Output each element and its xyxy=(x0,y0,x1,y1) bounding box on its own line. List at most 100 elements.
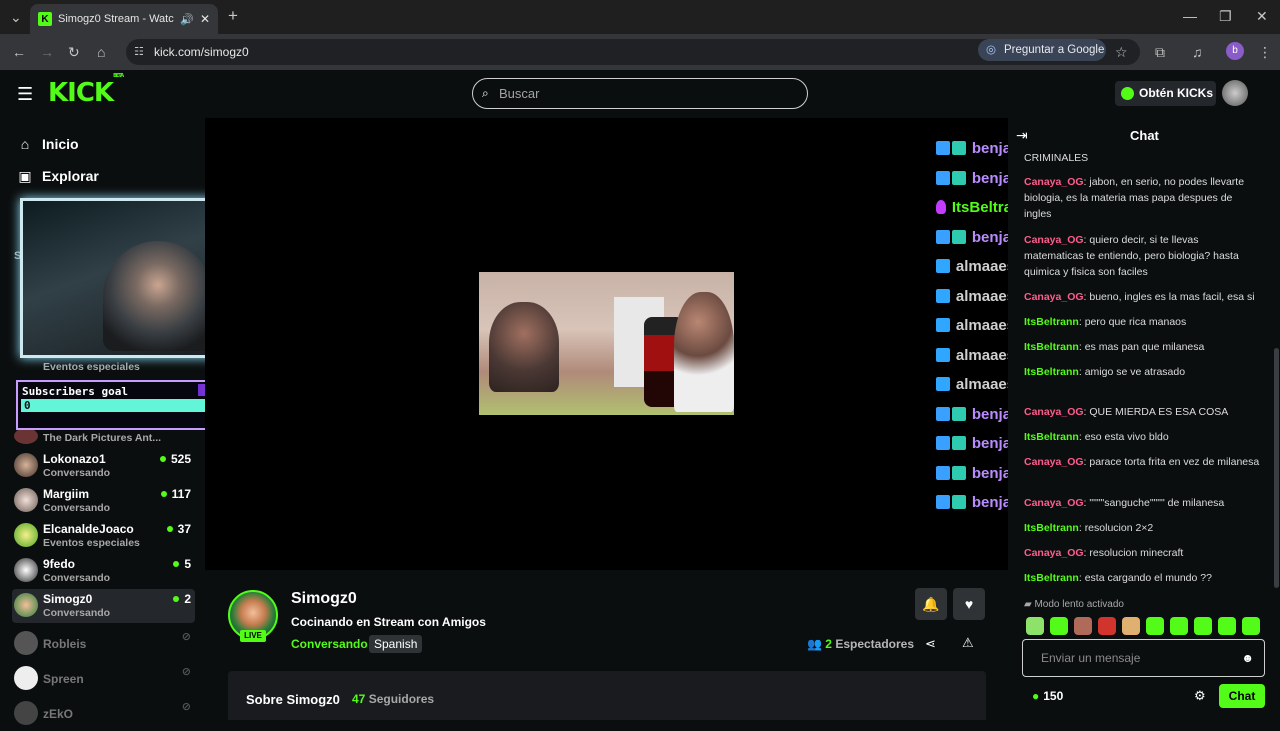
kick-favicon-icon: K xyxy=(38,12,52,26)
emote-icon[interactable] xyxy=(1050,617,1068,635)
send-chat-button[interactable]: Chat xyxy=(1219,684,1265,708)
sidebar-channel[interactable]: 9fedo Conversando 5 xyxy=(12,554,195,588)
kick-logo[interactable]: KICKBETA xyxy=(48,73,124,108)
profile-avatar[interactable]: b xyxy=(1226,42,1244,60)
chat-message: ItsBeltrann: pero que rica manaos xyxy=(1024,316,1187,328)
goal-current: 0 xyxy=(24,399,31,412)
chat-username[interactable]: ItsBeltrann xyxy=(1024,522,1079,534)
site-info-icon[interactable]: ☷ xyxy=(134,39,144,65)
emote-icon[interactable] xyxy=(1242,617,1260,635)
chat-username[interactable]: ItsBeltrann xyxy=(1024,316,1079,328)
viewers-number: 2 xyxy=(825,637,832,651)
chat-username[interactable]: ItsBeltrann xyxy=(1024,366,1079,378)
chat-text: """"sanguche"""" de milanesa xyxy=(1089,497,1225,509)
notifications-button[interactable]: 🔔 xyxy=(915,588,947,620)
back-icon[interactable]: ← xyxy=(12,44,26,60)
chat-username[interactable]: ItsBeltrann xyxy=(1024,572,1079,584)
chat-input[interactable]: Enviar un mensaje ☻ xyxy=(1022,639,1265,677)
channel-avatar[interactable] xyxy=(14,428,38,444)
nav-home-label: Inicio xyxy=(42,136,79,152)
channel-avatar xyxy=(14,666,38,690)
cube-badge-icon xyxy=(936,377,950,391)
heart-icon: ♥ xyxy=(964,596,974,612)
restore-icon[interactable]: ❐ xyxy=(1219,8,1232,24)
followers-count: 47 Seguidores xyxy=(352,692,434,706)
emote-icon[interactable] xyxy=(1026,617,1044,635)
media-icon[interactable]: ♫ xyxy=(1192,44,1203,60)
emote-icon[interactable] xyxy=(1218,617,1236,635)
chat-username[interactable]: Canaya_OG xyxy=(1024,547,1084,559)
sidebar-channel[interactable]: ElcanaldeJoaco Eventos especiales 37 xyxy=(12,519,195,553)
emote-icon[interactable] xyxy=(1170,617,1188,635)
nav-explore[interactable]: ▣ Explorar xyxy=(16,168,98,185)
forward-icon[interactable]: → xyxy=(40,44,54,60)
chat-message: Canaya_OG: parace torta frita en vez de … xyxy=(1024,456,1260,468)
streamer-name[interactable]: Simogz0 xyxy=(291,590,357,608)
home-icon[interactable]: ⌂ xyxy=(97,44,105,60)
emote-icon[interactable] xyxy=(1122,617,1140,635)
sidebar-channel-offline[interactable]: Robleis ⊘ xyxy=(12,627,195,661)
window-close-icon[interactable]: ✕ xyxy=(1256,8,1268,24)
chat-text: eso esta vivo bldo xyxy=(1084,431,1169,443)
chat-text: esta cargando el mundo ?? xyxy=(1084,572,1212,584)
new-tab-icon[interactable]: + xyxy=(228,7,238,24)
chat-username[interactable]: Canaya_OG xyxy=(1024,406,1084,418)
chat-message: ItsBeltrann: amigo se ve atrasado xyxy=(1024,366,1186,378)
chat-username[interactable]: Canaya_OG xyxy=(1024,176,1084,188)
share-icon[interactable]: ⋖ xyxy=(925,636,936,652)
webcam-person xyxy=(103,241,213,351)
chat-message: Canaya_OG: bueno, ingles es la mas facil… xyxy=(1024,291,1255,303)
audio-icon[interactable]: 🔊 xyxy=(180,13,194,26)
chat-username[interactable]: Canaya_OG xyxy=(1024,234,1084,246)
sidebar-channel-offline[interactable]: zEkO ⊘ xyxy=(12,697,195,731)
get-kicks-button[interactable]: Obtén KICKs xyxy=(1115,81,1216,106)
sub-badge-icon xyxy=(952,495,966,509)
sidebar-channel[interactable]: Margiim Conversando 117 xyxy=(12,484,195,518)
emote-icon[interactable] xyxy=(1194,617,1212,635)
minimize-icon[interactable]: — xyxy=(1183,8,1197,24)
user-avatar[interactable] xyxy=(1222,80,1248,106)
language-tag[interactable]: Spanish xyxy=(369,635,423,653)
bot-badge-icon xyxy=(936,230,950,244)
sidebar-partial-category: Eventos especiales xyxy=(43,361,140,373)
viewers-label: Espectadores xyxy=(835,637,915,651)
chat-text: parace torta frita en vez de milanesa xyxy=(1089,456,1260,468)
channel-category: Conversando xyxy=(43,607,111,619)
hamburger-menu-icon[interactable]: ☰ xyxy=(17,84,33,105)
chat-username[interactable]: Canaya_OG xyxy=(1024,456,1084,468)
emoji-icon[interactable]: ☻ xyxy=(1241,640,1254,676)
reload-icon[interactable]: ↻ xyxy=(68,44,80,60)
follow-button[interactable]: ♥ xyxy=(953,588,985,620)
emote-icon[interactable] xyxy=(1098,617,1116,635)
ask-google-button[interactable]: ◎ Preguntar a Google xyxy=(978,39,1106,61)
extensions-icon[interactable]: ⧉ xyxy=(1155,44,1165,60)
video-frame xyxy=(479,272,734,415)
chat-message: Canaya_OG: jabon, en serio, no podes lle… xyxy=(1024,176,1245,220)
sub-badge-icon xyxy=(952,466,966,480)
chat-username[interactable]: ItsBeltrann xyxy=(1024,341,1079,353)
browser-tab[interactable]: K Simogz0 Stream - Watch Li 🔊 ✕ xyxy=(30,4,218,34)
menu-kebab-icon[interactable]: ⋮ xyxy=(1258,44,1272,60)
collapse-chat-icon[interactable]: ⇥ xyxy=(1016,127,1028,144)
chat-username[interactable]: Canaya_OG xyxy=(1024,497,1084,509)
chat-settings-gear-icon[interactable]: ⚙ xyxy=(1194,688,1206,704)
tab-close-icon[interactable]: ✕ xyxy=(200,12,210,26)
bookmark-star-icon[interactable]: ☆ xyxy=(1115,44,1128,60)
chat-username[interactable]: ItsBeltrann xyxy=(1024,431,1079,443)
report-icon[interactable]: ⚠ xyxy=(962,635,974,651)
emote-icon[interactable] xyxy=(1146,617,1164,635)
chat-scrollbar[interactable] xyxy=(1274,348,1279,588)
sidebar-channel[interactable]: Lokonazo1 Conversando 525 xyxy=(12,449,195,483)
sidebar-channel-active[interactable]: Simogz0 Conversando 2 xyxy=(12,589,195,623)
channel-viewers: 117 xyxy=(161,487,191,501)
sidebar-channel-offline[interactable]: Spreen ⊘ xyxy=(12,662,195,696)
chat-message: ItsBeltrann: eso esta vivo bldo xyxy=(1024,431,1169,443)
chat-username[interactable]: Canaya_OG xyxy=(1024,291,1084,303)
search-input[interactable]: ⌕ Buscar xyxy=(472,78,808,109)
kick-points[interactable]: 150 xyxy=(1032,689,1063,703)
nav-home[interactable]: ⌂ Inicio xyxy=(16,136,79,152)
emote-icon[interactable] xyxy=(1074,617,1092,635)
stream-category[interactable]: Conversando xyxy=(291,637,368,651)
chat-message: ItsBeltrann: resolucion 2×2 xyxy=(1024,522,1154,534)
tab-search-icon[interactable]: ⌄ xyxy=(10,9,22,25)
